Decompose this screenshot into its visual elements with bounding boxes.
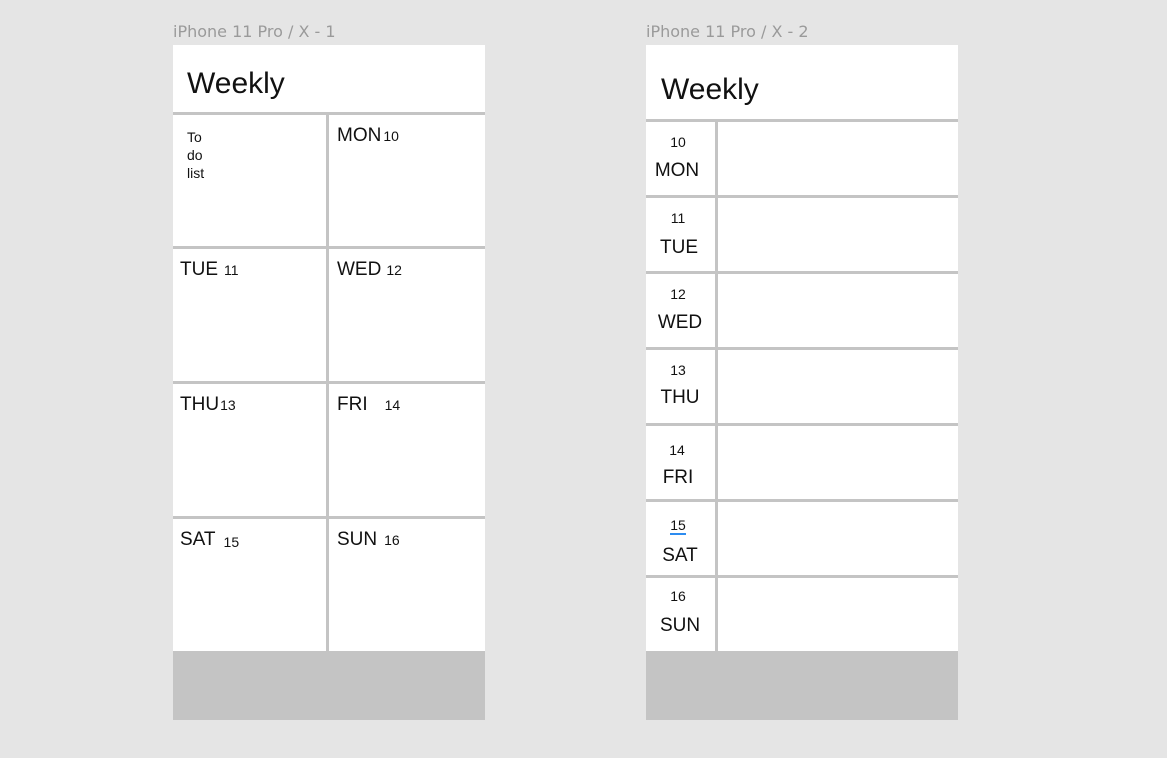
day-number: 10 — [670, 134, 686, 150]
day-label: MON — [654, 160, 700, 181]
page-title: Weekly — [661, 73, 759, 106]
day-label: SAT — [662, 545, 698, 566]
day-number: 10 — [383, 128, 399, 144]
day-number: 12 — [386, 262, 402, 278]
day-number: 11 — [670, 210, 686, 226]
day-cell-tue[interactable]: TUE 11 — [180, 259, 239, 281]
day-number: 15 — [223, 534, 240, 550]
day-label: SUN — [337, 529, 378, 550]
day-label: TUE — [660, 237, 698, 258]
day-number: 14 — [384, 397, 401, 413]
day-label: FRI — [662, 467, 694, 488]
divider — [173, 112, 485, 115]
divider — [173, 246, 485, 249]
day-cell-mon[interactable]: MON 10 — [337, 125, 399, 147]
day-label: SAT — [180, 529, 216, 550]
day-label: THU — [180, 394, 220, 415]
divider — [326, 112, 329, 651]
weekly-list-frame: Weekly 10 MON 11 TUE 12 WED 13 THU 14 FR… — [646, 45, 958, 720]
day-number: 16 — [384, 532, 400, 548]
divider — [646, 195, 958, 198]
day-number: 11 — [224, 262, 239, 278]
divider — [646, 499, 958, 502]
frame-label-1: iPhone 11 Pro / X - 1 — [173, 22, 336, 41]
day-cell-sun[interactable]: SUN 16 — [337, 529, 400, 551]
day-label: TUE — [180, 259, 218, 280]
day-number: 12 — [670, 286, 686, 302]
page-title: Weekly — [187, 67, 285, 100]
day-number: 13 — [220, 397, 236, 413]
divider — [646, 347, 958, 350]
day-label: MON — [337, 125, 382, 146]
frame-label-2: iPhone 11 Pro / X - 2 — [646, 22, 809, 41]
day-label: WED — [337, 259, 382, 280]
todo-label-line: list — [187, 165, 205, 181]
day-cell-fri[interactable]: FRI 14 — [337, 394, 400, 416]
day-cell-sat[interactable]: SAT 15 — [180, 529, 239, 551]
divider — [646, 271, 958, 274]
day-number: 16 — [670, 588, 686, 604]
day-label: SUN — [659, 615, 701, 636]
divider — [715, 119, 718, 651]
day-cell-wed[interactable]: WED 12 — [337, 259, 402, 281]
todo-list-cell[interactable]: To do list — [187, 128, 204, 182]
bottom-bar — [173, 651, 485, 720]
divider — [173, 516, 485, 519]
day-number-highlighted: 15 — [646, 517, 713, 535]
divider — [173, 381, 485, 384]
todo-label-line: To — [187, 129, 202, 145]
divider — [646, 575, 958, 578]
weekly-grid-frame: Weekly To do list MON 10 TUE 11 WED 12 THU1… — [173, 45, 485, 720]
day-label: FRI — [337, 394, 368, 415]
day-label: WED — [657, 312, 703, 333]
todo-label-line: do — [187, 147, 203, 163]
divider — [646, 423, 958, 426]
day-cell-thu[interactable]: THU13 — [180, 394, 236, 416]
divider — [646, 119, 958, 122]
day-number: 13 — [670, 362, 686, 378]
day-label: THU — [660, 387, 700, 408]
day-number-text: 15 — [670, 517, 686, 535]
bottom-bar — [646, 651, 958, 720]
day-number: 14 — [669, 442, 685, 458]
